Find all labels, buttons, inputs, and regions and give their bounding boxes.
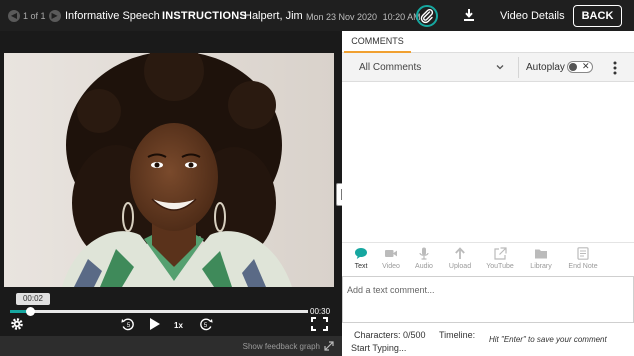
speech-bubble-icon — [355, 248, 367, 259]
tool-end-note[interactable]: End Note — [564, 247, 602, 277]
comments-filter-row: All Comments Autoplay ✕ — [342, 53, 634, 82]
microphone-icon — [419, 247, 429, 260]
comments-filter-value: All Comments — [359, 62, 422, 73]
attachment-button[interactable] — [416, 5, 438, 27]
submission-time: 10:20 AM — [382, 12, 421, 22]
tool-youtube[interactable]: YouTube — [481, 247, 519, 277]
feedback-graph-bar: Show feedback graph — [0, 336, 342, 356]
forward-button[interactable]: 5 — [198, 317, 214, 331]
toggle-knob — [569, 63, 577, 71]
forward-seconds: 5 — [204, 323, 208, 329]
download-icon[interactable] — [462, 8, 476, 22]
folder-icon — [535, 249, 547, 259]
external-link-icon — [494, 247, 507, 260]
character-counter: Characters: 0/500 — [354, 330, 426, 340]
tool-library[interactable]: Library — [522, 247, 560, 277]
tool-label: YouTube — [486, 263, 514, 270]
comments-filter-select[interactable]: All Comments — [344, 54, 514, 80]
chevron-down-icon — [496, 65, 504, 70]
submission-datetime: Mon 23 Nov 2020 10:20 AM — [306, 12, 421, 22]
app-root: ◀ 1 of 1 ▶ Informative Speech INSTRUCTIO… — [0, 0, 634, 356]
pager-label: 1 of 1 — [23, 11, 46, 21]
previous-icon[interactable]: ◀ — [8, 10, 20, 22]
comments-tab-bar: COMMENTS — [342, 31, 634, 53]
next-icon[interactable]: ▶ — [48, 10, 61, 22]
video-camera-icon — [385, 250, 397, 257]
gear-icon[interactable] — [10, 317, 24, 331]
progress-track[interactable] — [10, 307, 308, 316]
video-frame[interactable] — [4, 53, 334, 287]
expand-icon[interactable] — [324, 341, 334, 351]
more-options-icon[interactable] — [613, 61, 617, 75]
comment-input-wrapper — [342, 276, 634, 323]
save-hint: Hit "Enter" to save your comment — [489, 335, 607, 344]
rewind-icon: 5 — [121, 318, 134, 331]
rewind-seconds: 5 — [127, 323, 131, 329]
tab-comments[interactable]: COMMENTS — [344, 31, 411, 53]
tool-label: End Note — [568, 263, 598, 270]
assignment-title: Informative Speech — [65, 10, 160, 22]
top-bar: ◀ 1 of 1 ▶ Informative Speech INSTRUCTIO… — [0, 0, 634, 31]
fullscreen-icon[interactable] — [311, 317, 328, 331]
current-time-bubble: 00:02 — [16, 293, 50, 305]
tool-upload[interactable]: Upload — [441, 247, 479, 277]
autoplay-label: Autoplay — [526, 62, 565, 73]
comments-panel: COMMENTS All Comments Autoplay ✕ Text Vi… — [342, 31, 634, 356]
back-button[interactable]: BACK — [573, 5, 622, 27]
video-frame-image — [4, 53, 334, 287]
autoplay-toggle[interactable]: ✕ — [567, 61, 593, 73]
comment-meta: Characters: 0/500 Timeline: Start Typing… — [342, 323, 634, 356]
tool-label: Library — [530, 263, 552, 270]
timeline-status: Start Typing... — [351, 343, 407, 353]
comment-type-toolbar: Text Video Audio Upload YouTube Library … — [342, 242, 634, 276]
tool-label: Upload — [448, 263, 472, 270]
submission-date: Mon 23 Nov 2020 — [306, 12, 378, 22]
note-icon — [577, 247, 589, 260]
play-icon — [150, 318, 160, 330]
show-feedback-graph-link[interactable]: Show feedback graph — [243, 342, 320, 351]
video-panel: 00:02 00:30 5 1x 5 Show feedback graph — [0, 31, 342, 356]
comment-input[interactable] — [343, 277, 633, 322]
comments-list — [342, 82, 634, 242]
tool-audio[interactable]: Audio — [405, 247, 443, 277]
pager: ◀ 1 of 1 ▶ — [8, 9, 61, 23]
upload-arrow-icon — [455, 247, 465, 259]
paperclip-icon — [420, 8, 434, 24]
progress-handle[interactable] — [25, 307, 35, 316]
student-name: Halpert, Jim — [244, 10, 303, 22]
duration-label: 00:30 — [310, 307, 331, 316]
divider — [518, 57, 519, 78]
play-button[interactable] — [148, 317, 162, 331]
forward-icon: 5 — [200, 318, 213, 331]
playback-speed[interactable]: 1x — [174, 321, 183, 330]
tool-label: Audio — [415, 263, 433, 270]
timeline-label: Timeline: — [439, 330, 476, 340]
close-icon: ✕ — [582, 61, 590, 71]
video-details-link[interactable]: Video Details — [500, 10, 565, 22]
rewind-button[interactable]: 5 — [120, 317, 136, 331]
instructions-link[interactable]: INSTRUCTIONS — [162, 10, 247, 22]
